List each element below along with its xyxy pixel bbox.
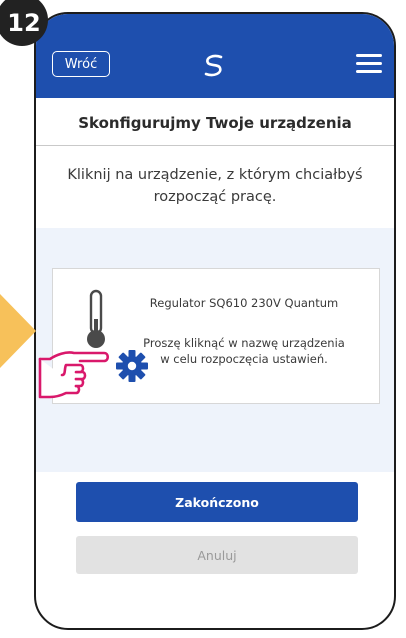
s-logo-icon (204, 54, 223, 77)
device-hint-text: Proszę kliknąć w nazwę urządzenia w celu… (143, 336, 345, 366)
device-name[interactable]: Regulator SQ610 230V Quantum (149, 295, 339, 311)
step-number: 12 (7, 9, 41, 37)
page-title: Skonfigurujmy Twoje urządzenia (78, 114, 352, 132)
instruction-text: Kliknij na urządzenie, z którym chciałby… (67, 167, 363, 205)
pointing-hand-icon (38, 351, 110, 399)
pointer-arrow-icon (0, 294, 36, 368)
done-button[interactable]: Zakończono (76, 482, 358, 522)
phone-frame: Wróć Skonfigurujmy Twoje urządzenia Klik… (34, 12, 396, 630)
back-button[interactable]: Wróć (52, 51, 110, 77)
divider (36, 145, 394, 146)
thermometer-icon (87, 289, 105, 348)
top-bar: Wróć (36, 14, 394, 98)
cancel-button[interactable]: Anuluj (76, 536, 358, 574)
hamburger-menu-icon[interactable] (356, 54, 382, 74)
